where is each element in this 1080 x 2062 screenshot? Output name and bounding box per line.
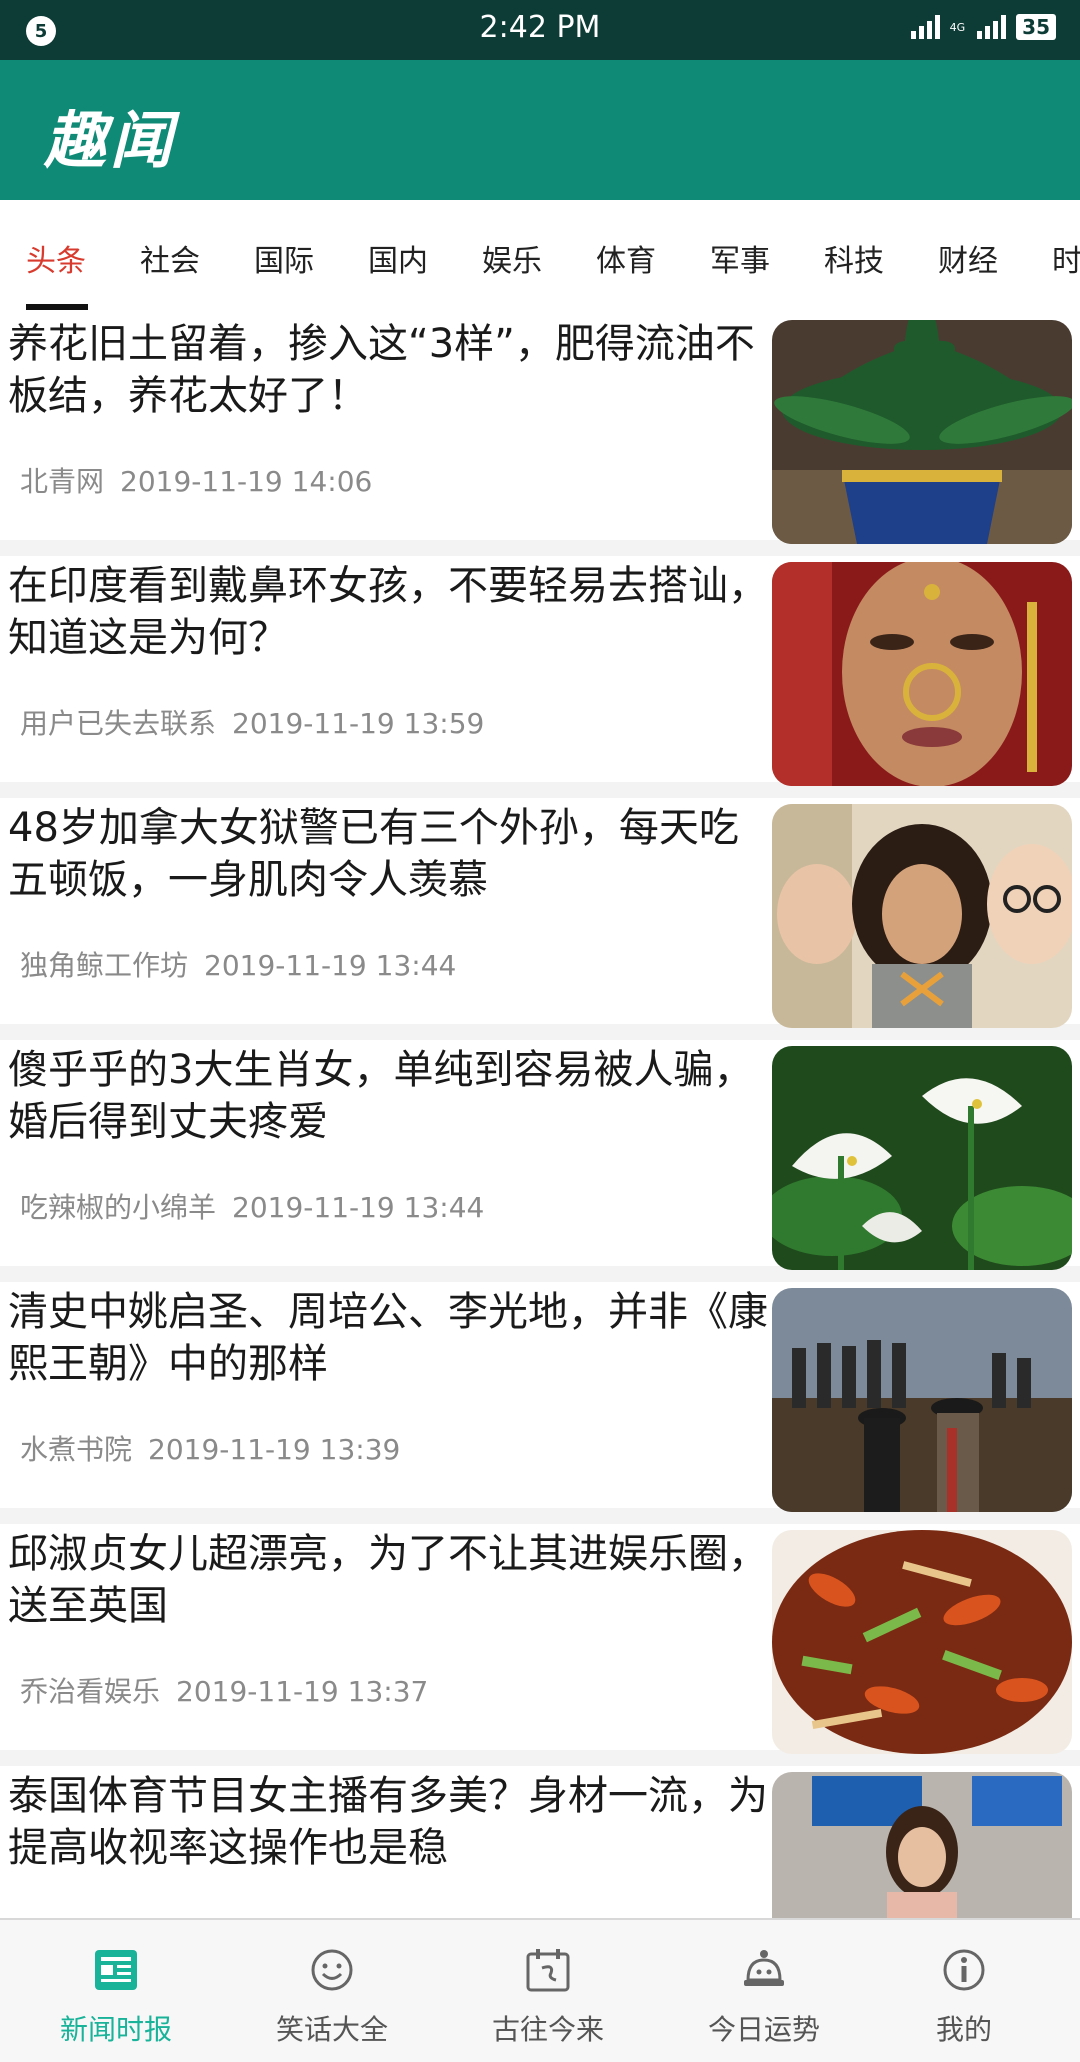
news-time: 2019-11-19 13:39 [148,1433,401,1466]
tab-domestic[interactable]: 国内 [368,236,428,280]
news-time: 2019-11-19 13:59 [232,707,485,740]
status-indicators: 4G 35 [910,14,1056,40]
calla-lilies-image [772,1046,1072,1270]
news-source: 吃辣椒的小绵羊 [20,1191,217,1224]
news-time: 2019-11-19 14:06 [120,465,373,498]
news-thumbnail[interactable] [772,1288,1072,1512]
news-time: 2019-11-19 13:44 [204,949,457,982]
news-thumbnail[interactable] [772,1772,1072,1918]
tab-society[interactable]: 社会 [140,236,200,280]
nav-label: 笑话大全 [275,2013,388,2046]
news-meta: 独角鲸工作坊 2019-11-19 13:44 [20,944,456,984]
fortune-icon [744,1950,784,1986]
nav-label: 古往今来 [491,2013,604,2046]
news-thumbnail[interactable] [772,562,1072,786]
tab-technology[interactable]: 科技 [824,236,884,280]
news-thumbnail[interactable] [772,1046,1072,1270]
news-title[interactable]: 养花旧土留着，掺入这“3样”，肥得流油不板结，养花太好了！ [8,318,768,422]
signal-icon [910,15,940,39]
news-feed[interactable]: 养花旧土留着，掺入这“3样”，肥得流油不板结，养花太好了！ 北青网 2019-11… [0,314,1080,1918]
calendar-icon [526,1949,570,1992]
news-meta: 用户已失去联系 2019-11-19 13:59 [20,702,484,742]
info-icon [943,1949,985,1991]
nav-label: 新闻时报 [59,2013,172,2046]
group-selfie-image [772,804,1072,1028]
app-header: 趣闻 [0,60,1080,200]
drama-scene-image [772,1288,1072,1512]
news-source: 独角鲸工作坊 [20,949,189,982]
news-title[interactable]: 48岁加拿大女狱警已有三个外孙，每天吃五顿饭，一身肌肉令人羡慕 [8,802,768,906]
news-title[interactable]: 邱淑贞女儿超漂亮，为了不让其进娱乐圈，送至英国 [8,1528,768,1632]
tab-finance[interactable]: 财经 [938,236,998,280]
nav-jokes[interactable]: 笑话大全 [224,1920,440,2062]
tab-entertainment[interactable]: 娱乐 [482,236,542,280]
network-type-label: 4G [949,20,966,34]
news-title[interactable]: 傻乎乎的3大生肖女，单纯到容易被人骗，婚后得到丈夫疼爱 [8,1044,768,1148]
news-source: 乔治看娱乐 [20,1675,161,1708]
news-item[interactable]: 傻乎乎的3大生肖女，单纯到容易被人骗，婚后得到丈夫疼爱 吃辣椒的小绵羊 2019-… [0,1040,1080,1270]
smiley-icon [311,1949,353,1991]
news-time: 2019-11-19 13:37 [176,1675,429,1708]
active-tab-indicator [26,304,88,310]
news-item[interactable]: 48岁加拿大女狱警已有三个外孙，每天吃五顿饭，一身肌肉令人羡慕 独角鲸工作坊 20… [0,798,1080,1028]
news-source: 用户已失去联系 [20,707,217,740]
nav-label: 我的 [935,2013,992,2046]
potted-plant-image [772,320,1072,544]
news-title[interactable]: 泰国体育节目女主播有多美？身材一流，为提高收视率这操作也是稳 [8,1770,768,1874]
tv-studio-image [772,1772,1072,1918]
news-source: 水煮书院 [20,1433,133,1466]
news-thumbnail[interactable] [772,804,1072,1028]
nav-history[interactable]: 古往今来 [440,1920,656,2062]
tab-international[interactable]: 国际 [254,236,314,280]
news-item[interactable]: 清史中姚启圣、周培公、李光地，并非《康熙王朝》中的那样 水煮书院 2019-11-… [0,1282,1080,1512]
news-title[interactable]: 清史中姚启圣、周培公、李光地，并非《康熙王朝》中的那样 [8,1286,768,1390]
news-meta: 水煮书院 2019-11-19 13:39 [20,1428,400,1468]
news-title[interactable]: 在印度看到戴鼻环女孩，不要轻易去搭讪，知道这是为何？ [8,560,768,664]
category-tabs: 头条 社会 国际 国内 娱乐 体育 军事 科技 财经 时 [0,200,1080,314]
news-item[interactable]: 泰国体育节目女主播有多美？身材一流，为提高收视率这操作也是稳 [0,1766,1080,1918]
news-thumbnail[interactable] [772,320,1072,544]
news-meta: 北青网 2019-11-19 14:06 [20,460,372,500]
news-source: 北青网 [20,465,105,498]
news-meta: 吃辣椒的小绵羊 2019-11-19 13:44 [20,1186,484,1226]
nav-label: 今日运势 [707,2013,820,2046]
tab-more[interactable]: 时 [1052,236,1080,280]
tab-sports[interactable]: 体育 [596,236,656,280]
news-thumbnail[interactable] [772,1530,1072,1754]
nav-fortune[interactable]: 今日运势 [656,1920,872,2062]
news-time: 2019-11-19 13:44 [232,1191,485,1224]
news-item[interactable]: 在印度看到戴鼻环女孩，不要轻易去搭讪，知道这是为何？ 用户已失去联系 2019-1… [0,556,1080,786]
news-item[interactable]: 养花旧土留着，掺入这“3样”，肥得流油不板结，养花太好了！ 北青网 2019-11… [0,314,1080,544]
status-bar: 5 2:42 PM 4G 35 [0,0,1080,60]
bride-portrait-image [772,562,1072,786]
tab-headlines[interactable]: 头条 [26,236,86,280]
bottom-navigation: 新闻时报 笑话大全 古往今来 今日运势 我的 [0,1918,1080,2062]
news-item[interactable]: 邱淑贞女儿超漂亮，为了不让其进娱乐圈，送至英国 乔治看娱乐 2019-11-19 … [0,1524,1080,1754]
battery-indicator: 35 [1016,14,1056,40]
news-meta: 乔治看娱乐 2019-11-19 13:37 [20,1670,428,1710]
stir-fry-dish-image [772,1530,1072,1754]
newspaper-icon [95,1950,137,1990]
signal-icon-2 [977,15,1007,39]
nav-profile[interactable]: 我的 [856,1920,1072,2062]
app-logo: 趣闻 [44,104,177,177]
tab-military[interactable]: 军事 [710,236,770,280]
nav-news[interactable]: 新闻时报 [8,1920,224,2062]
